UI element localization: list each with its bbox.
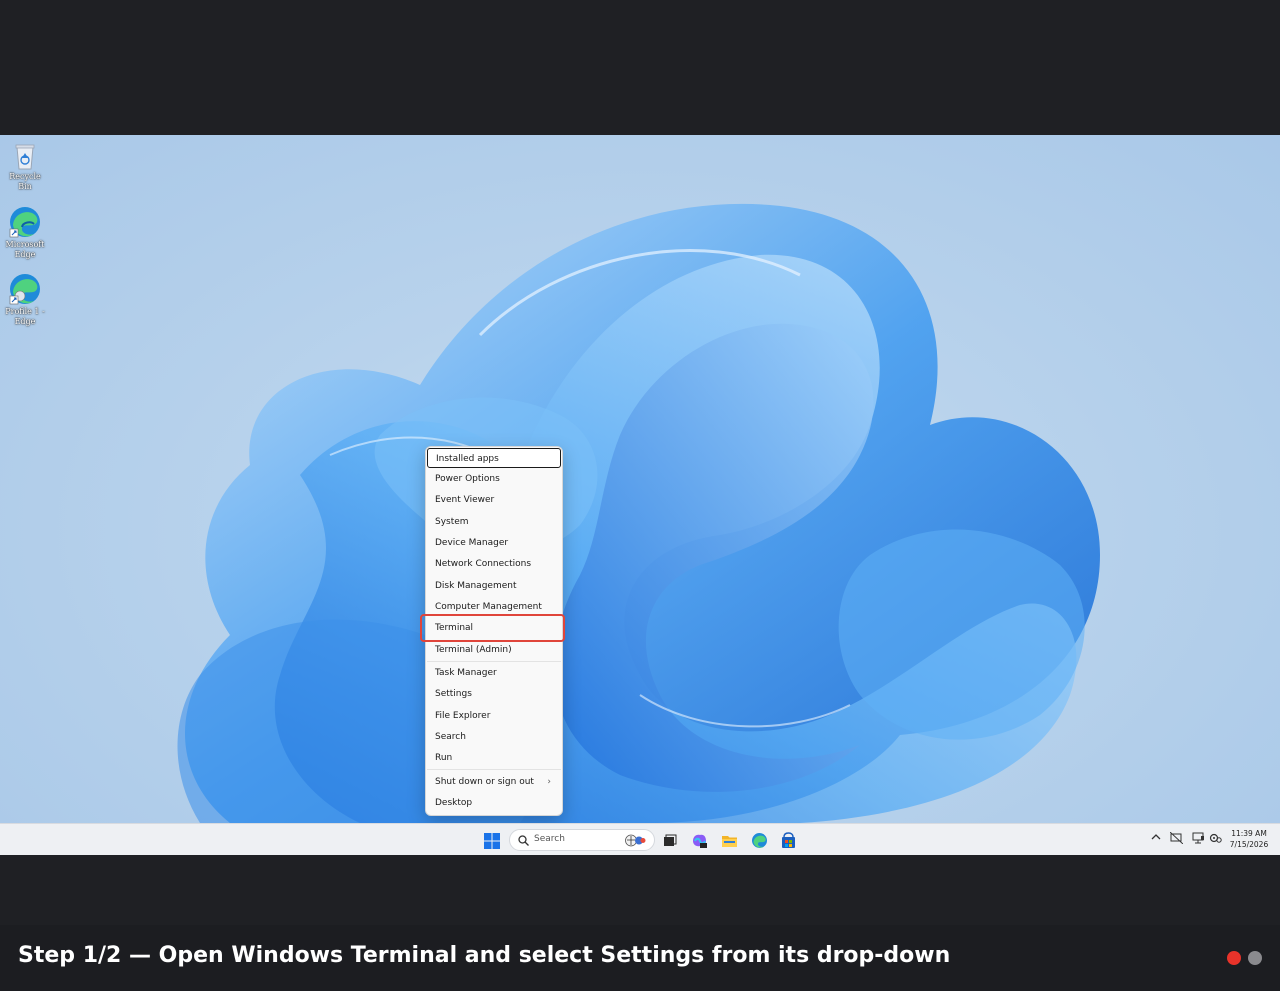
desktop-icon-recycle-bin[interactable]: Recycle Bin — [2, 141, 48, 192]
menu-item-search[interactable]: Search — [427, 727, 561, 747]
edge-icon[interactable] — [751, 832, 768, 849]
taskbar: Search 11:39 AM 7/15/2026 — [0, 823, 1280, 855]
desktop-icon-microsoft-edge[interactable]: Microsoft Edge — [2, 205, 48, 260]
menu-separator — [427, 661, 561, 662]
menu-item-computer-management[interactable]: Computer Management — [427, 597, 561, 617]
menu-separator — [427, 769, 561, 770]
menu-item-run[interactable]: Run — [427, 748, 561, 768]
chevron-right-icon: › — [547, 777, 551, 787]
file-explorer-icon[interactable] — [721, 832, 738, 849]
tutorial-frame: Recycle Bin Microsoft Edge Profile 1 - E… — [0, 0, 1280, 991]
display-icon[interactable] — [1191, 832, 1205, 846]
menu-item-terminal-admin[interactable]: Terminal (Admin) — [427, 640, 561, 660]
taskbar-clock[interactable]: 11:39 AM 7/15/2026 — [1226, 828, 1272, 850]
desktop-icon-label: Profile 1 - Edge — [5, 307, 45, 326]
settings-badge-icon[interactable] — [1208, 832, 1222, 846]
recycle-bin-icon — [15, 144, 35, 170]
menu-item-network-connections[interactable]: Network Connections — [427, 554, 561, 574]
menu-item-task-manager[interactable]: Task Manager — [427, 663, 561, 683]
taskbar-search-box[interactable]: Search — [509, 829, 655, 851]
search-highlight-icon — [625, 834, 646, 847]
chevron-up-icon[interactable] — [1149, 832, 1163, 846]
menu-item-file-explorer[interactable]: File Explorer — [427, 706, 561, 726]
menu-item-system[interactable]: System — [427, 512, 561, 532]
menu-item-settings[interactable]: Settings — [427, 684, 561, 704]
step-caption-bar: Step 1/2 — Open Windows Terminal and sel… — [0, 925, 1280, 991]
menu-item-shut-down[interactable]: Shut down or sign out › — [427, 772, 561, 792]
store-icon[interactable] — [780, 832, 797, 849]
clock-date: 7/15/2026 — [1229, 840, 1269, 849]
copilot-icon[interactable] — [691, 832, 708, 849]
menu-item-event-viewer[interactable]: Event Viewer — [427, 490, 561, 510]
quick-link-menu: Installed apps Power Options Event Viewe… — [425, 446, 563, 816]
menu-item-power-options[interactable]: Power Options — [427, 469, 561, 489]
step-dot-inactive — [1248, 951, 1262, 965]
start-icon[interactable] — [484, 833, 500, 849]
clock-time: 11:39 AM — [1231, 829, 1267, 838]
wallpaper-bloom — [177, 204, 1100, 823]
desktop-icon-label: Recycle Bin — [9, 172, 41, 191]
menu-item-desktop[interactable]: Desktop — [427, 793, 561, 813]
menu-item-label: Shut down or sign out — [435, 777, 534, 787]
step-dot-active — [1227, 951, 1241, 965]
step-caption: Step 1/2 — Open Windows Terminal and sel… — [18, 943, 951, 968]
network-off-icon[interactable] — [1169, 831, 1183, 846]
search-icon — [518, 835, 529, 846]
desktop-icon-label: Microsoft Edge — [5, 240, 45, 259]
windows-desktop: Recycle Bin Microsoft Edge Profile 1 - E… — [0, 135, 1280, 855]
menu-item-installed-apps[interactable]: Installed apps — [427, 448, 561, 468]
menu-item-terminal[interactable]: Terminal — [427, 618, 561, 638]
task-view-icon[interactable] — [661, 832, 678, 849]
menu-item-device-manager[interactable]: Device Manager — [427, 533, 561, 553]
menu-item-disk-management[interactable]: Disk Management — [427, 576, 561, 596]
edge-icon — [9, 207, 40, 238]
edge-profile-icon — [9, 274, 40, 305]
desktop-icon-profile-edge[interactable]: Profile 1 - Edge — [2, 272, 48, 327]
search-placeholder: Search — [534, 834, 565, 844]
